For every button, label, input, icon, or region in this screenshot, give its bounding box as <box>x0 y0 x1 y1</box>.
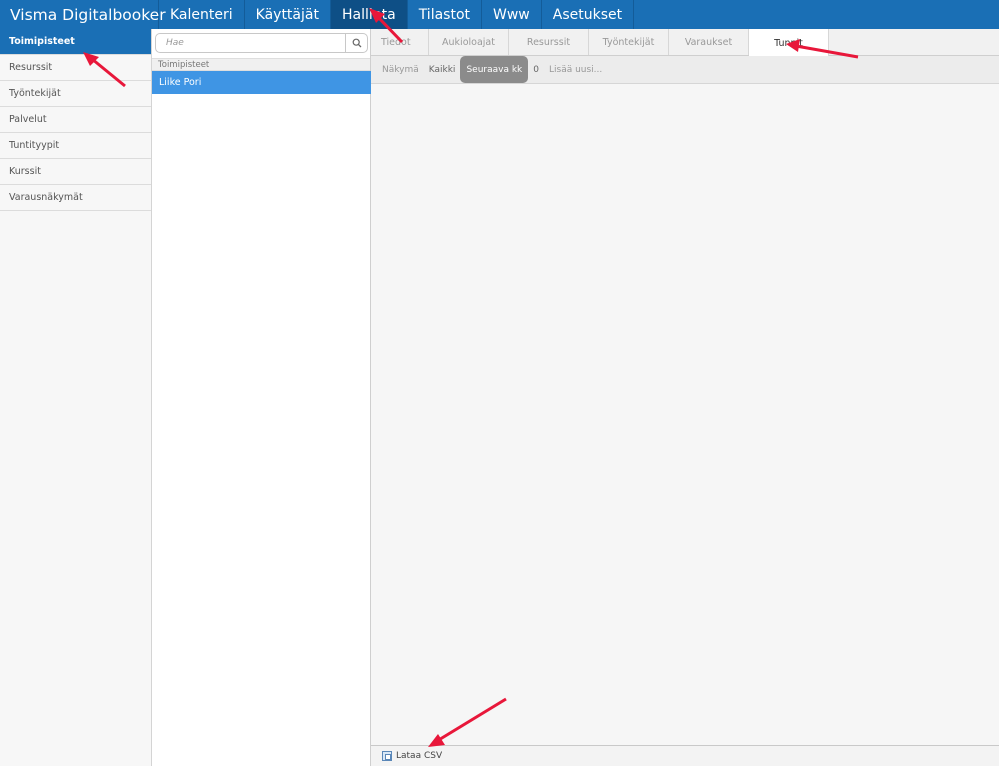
app-brand[interactable]: Visma Digitalbooker <box>0 0 166 29</box>
sidebar-item-varausnakymat[interactable]: Varausnäkymät <box>0 185 151 211</box>
spreadsheet-icon <box>382 751 392 761</box>
detail-tabs: Tiedot Aukioloajat Resurssit Työntekijät… <box>371 29 999 57</box>
nav-item-kayttajat[interactable]: Käyttäjät <box>245 0 331 29</box>
sidebar-item-toimipisteet[interactable]: Toimipisteet <box>0 29 151 55</box>
add-new-button[interactable]: Lisää uusi... <box>544 56 607 84</box>
tab-resurssit[interactable]: Resurssit <box>509 29 589 55</box>
nav-item-hallinta[interactable]: Hallinta <box>330 0 408 29</box>
hours-toolbar: Näkymä Kaikki Seuraava kk 0 Lisää uusi..… <box>371 56 999 84</box>
sidebar-item-palvelut[interactable]: Palvelut <box>0 107 151 133</box>
nav-item-www[interactable]: Www <box>482 0 542 29</box>
sidebar-item-tuntityypit[interactable]: Tuntityypit <box>0 133 151 159</box>
search-button[interactable] <box>345 34 367 52</box>
nav-item-kalenteri[interactable]: Kalenteri <box>159 0 245 29</box>
list-item-liike-pori[interactable]: Liike Pori <box>152 71 371 94</box>
tab-aukioloajat[interactable]: Aukioloajat <box>429 29 509 55</box>
next-month-button[interactable]: Seuraava kk <box>460 56 529 83</box>
download-csv-label: Lataa CSV <box>396 751 443 761</box>
tab-tiedot[interactable]: Tiedot <box>371 29 429 55</box>
tab-tyontekijat[interactable]: Työntekijät <box>589 29 669 55</box>
top-navigation-bar: Visma Digitalbooker Kalenteri Käyttäjät … <box>0 0 999 29</box>
nav-item-tilastot[interactable]: Tilastot <box>408 0 483 29</box>
tab-tunnit[interactable]: Tunnit <box>749 29 829 57</box>
sidebar-item-kurssit[interactable]: Kurssit <box>0 159 151 185</box>
location-list-panel: Toimipisteet Liike Pori <box>152 29 371 766</box>
filter-all-button[interactable]: Kaikki <box>424 56 461 84</box>
search-input[interactable] <box>156 34 345 52</box>
view-label: Näkymä <box>382 64 419 75</box>
nav-item-asetukset[interactable]: Asetukset <box>542 0 635 29</box>
list-header: Toimipisteet <box>152 58 370 71</box>
sidebar: Toimipisteet Resurssit Työntekijät Palve… <box>0 29 152 766</box>
hours-content-area <box>371 84 999 745</box>
search-icon <box>352 38 361 48</box>
hours-count: 0 <box>533 64 539 75</box>
sidebar-item-resurssit[interactable]: Resurssit <box>0 55 151 81</box>
search-box <box>155 33 368 53</box>
download-csv-button[interactable]: Lataa CSV <box>382 751 442 761</box>
footer-bar: Lataa CSV <box>371 745 999 766</box>
tab-varaukset[interactable]: Varaukset <box>669 29 749 55</box>
sidebar-item-tyontekijat[interactable]: Työntekijät <box>0 81 151 107</box>
